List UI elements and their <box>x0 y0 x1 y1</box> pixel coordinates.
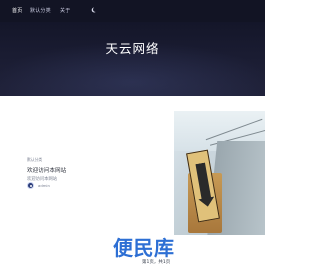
pagination-info: 第1页，共1页 <box>142 260 171 265</box>
avatar[interactable] <box>27 182 34 189</box>
post-thumbnail[interactable] <box>174 111 265 235</box>
moon-icon[interactable] <box>93 7 98 12</box>
hero-banner: 天云网络 <box>0 22 265 96</box>
top-navbar: 首页 默认分类 关于 <box>0 0 265 22</box>
nav-item-home[interactable]: 首页 <box>12 7 22 14</box>
nav-item-about[interactable]: 关于 <box>60 7 70 14</box>
nav-item-default-category[interactable]: 默认分类 <box>30 7 51 14</box>
post-card[interactable]: 默认分类 欢迎访问本网站 欢迎访问本网站 <box>27 157 127 182</box>
site-title: 天云网络 <box>105 41 160 56</box>
author-name[interactable]: admin <box>38 183 50 188</box>
post-title[interactable]: 欢迎访问本网站 <box>27 166 127 174</box>
watermark-logo: 便民库 <box>113 236 175 260</box>
post-category[interactable]: 默认分类 <box>27 157 127 163</box>
post-author[interactable]: admin <box>27 182 50 189</box>
